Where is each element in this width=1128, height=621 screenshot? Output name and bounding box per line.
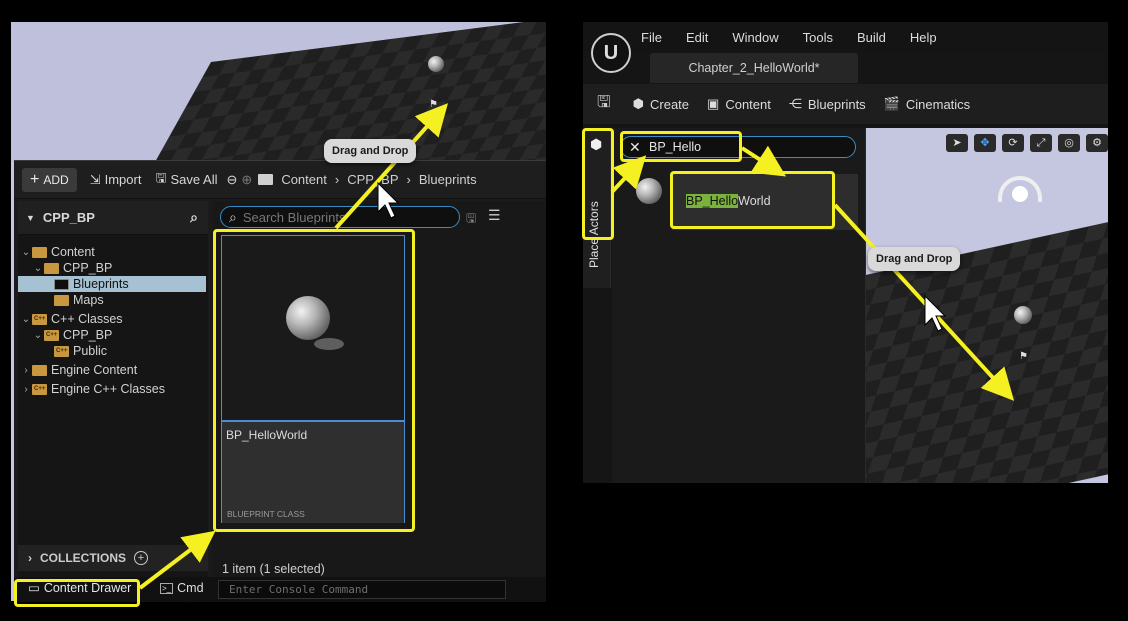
annotation-arrows <box>138 103 1015 590</box>
cursor-left-icon <box>377 181 400 219</box>
cursor-right-icon <box>924 294 947 332</box>
arrow-search-to-result <box>740 145 787 177</box>
arrow-tab-to-search <box>610 155 647 194</box>
arrow-result-to-viewport <box>833 203 1015 401</box>
arrow-drawer-to-tile <box>138 530 216 590</box>
drag-and-drop-bubble-right: Drag and Drop <box>868 247 961 271</box>
drag-and-drop-bubble-left: Drag and Drop <box>324 139 417 163</box>
